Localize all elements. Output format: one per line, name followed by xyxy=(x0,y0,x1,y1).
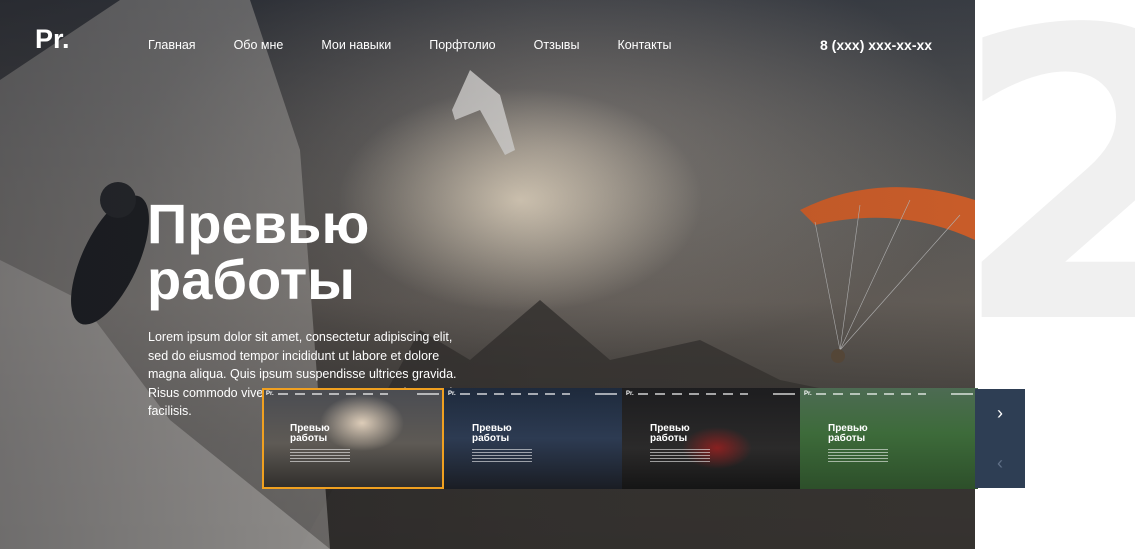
thumbnail-phone xyxy=(951,393,973,395)
page-title: Превью работы xyxy=(147,196,369,308)
thumbnail-title-line-2: работы xyxy=(290,433,328,444)
thumbnail-nav xyxy=(816,393,926,395)
thumbnail-nav xyxy=(460,393,570,395)
thumbnail-text xyxy=(828,449,888,463)
thumbnail-3[interactable]: Pr. Превью работы xyxy=(622,388,800,489)
title-line-1: Превью xyxy=(147,192,370,255)
thumbnail-nav xyxy=(278,393,388,395)
thumbnail-logo: Pr. xyxy=(266,391,274,397)
thumbnail-title: Превью работы xyxy=(650,424,690,444)
thumbnail-phone xyxy=(595,393,617,395)
nav-item-home[interactable]: Главная xyxy=(148,38,196,52)
thumbnail-title: Превью работы xyxy=(290,424,330,444)
thumbnail-text xyxy=(650,449,710,463)
slider-arrows: › ‹ xyxy=(975,389,1025,488)
phone-number[interactable]: 8 (xxx) xxx-xx-xx xyxy=(820,37,932,53)
thumbnail-text xyxy=(472,449,532,463)
thumbnail-4[interactable]: Pr. Превью работы xyxy=(800,388,978,489)
nav-item-portfolio[interactable]: Порфтолио xyxy=(429,38,495,52)
chevron-right-icon[interactable]: › xyxy=(975,389,1025,438)
big-slide-number: 2 xyxy=(960,20,1135,400)
thumbnail-2[interactable]: Pr. Превью работы xyxy=(444,388,622,489)
big-number-text: 2 xyxy=(960,20,1135,400)
thumbnail-text xyxy=(290,449,350,463)
title-line-2: работы xyxy=(147,248,356,311)
chevron-left-icon[interactable]: ‹ xyxy=(975,439,1025,488)
thumbnail-title-line-2: работы xyxy=(828,433,866,444)
thumbnail-strip: Pr. Превью работы Pr. Превью работы Pr. … xyxy=(262,388,978,489)
nav-item-reviews[interactable]: Отзывы xyxy=(534,38,580,52)
thumbnail-1[interactable]: Pr. Превью работы xyxy=(262,388,444,489)
logo[interactable]: Pr. xyxy=(35,24,70,55)
nav-item-contacts[interactable]: Контакты xyxy=(617,38,671,52)
thumbnail-nav xyxy=(638,393,748,395)
thumbnail-title: Превью работы xyxy=(828,424,868,444)
thumbnail-title-line-2: работы xyxy=(472,433,510,444)
main-nav: Главная Обо мне Мои навыки Порфтолио Отз… xyxy=(148,38,709,52)
thumbnail-title: Превью работы xyxy=(472,424,512,444)
thumbnail-title-line-2: работы xyxy=(650,433,688,444)
nav-item-skills[interactable]: Мои навыки xyxy=(321,38,391,52)
thumbnail-logo: Pr. xyxy=(804,391,812,397)
nav-item-about[interactable]: Обо мне xyxy=(234,38,284,52)
thumbnail-phone xyxy=(417,393,439,395)
thumbnail-logo: Pr. xyxy=(626,391,634,397)
thumbnail-phone xyxy=(773,393,795,395)
thumbnail-logo: Pr. xyxy=(448,391,456,397)
